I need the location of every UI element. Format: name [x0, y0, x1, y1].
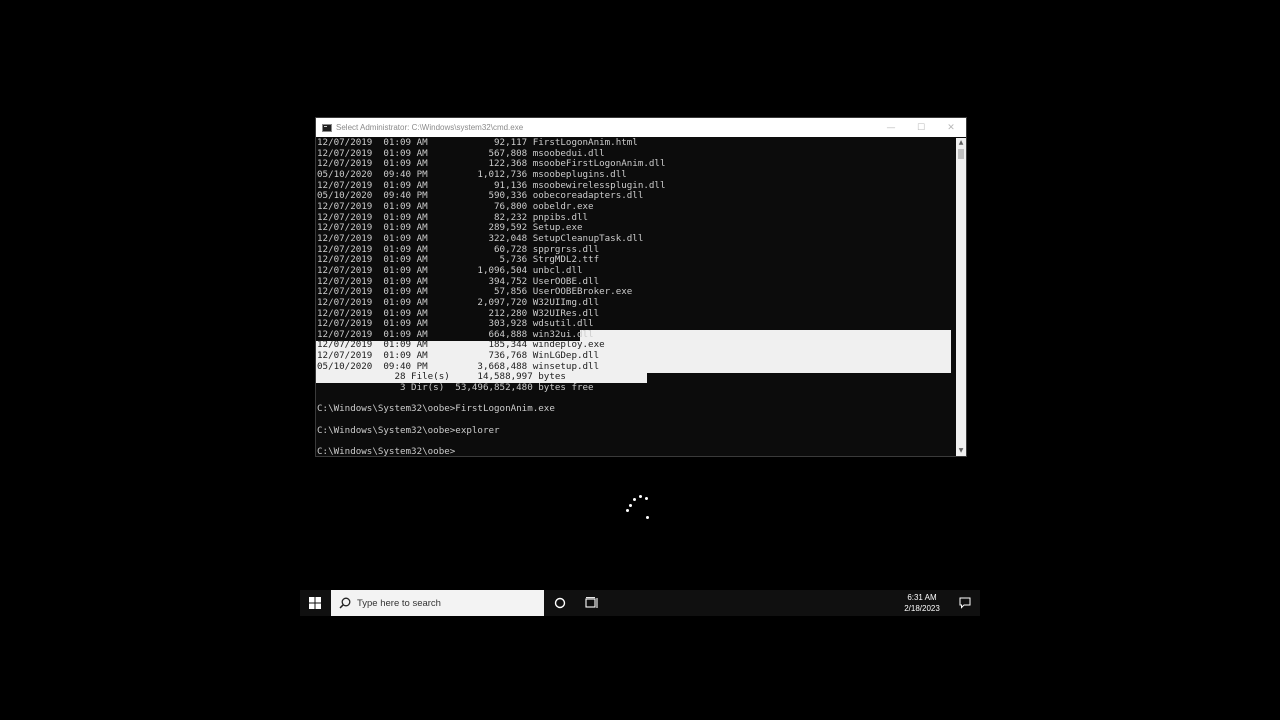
- clock-date: 2/18/2023: [904, 604, 940, 613]
- dir-listing-row: 12/07/2019 01:09 AM 60,728 spprgrss.dll: [317, 243, 600, 255]
- dir-listing-row: 12/07/2019 01:09 AM 736,768 WinLGDep.dll: [317, 350, 600, 362]
- windows-logo-icon: [309, 597, 321, 609]
- dir-listing-row: 12/07/2019 01:09 AM 76,800 oobeldr.exe: [317, 200, 594, 212]
- search-placeholder: Type here to search: [357, 597, 441, 609]
- loading-spinner-icon: [622, 492, 654, 524]
- start-button[interactable]: [300, 590, 330, 616]
- taskbar-search-box[interactable]: Type here to search: [331, 590, 544, 616]
- dir-summary-dirs: 3 Dir(s) 53,496,852,480 bytes free: [399, 382, 594, 394]
- scroll-down-arrow-icon[interactable]: ▼: [956, 446, 966, 456]
- dir-listing-row: 12/07/2019 01:09 AM 289,592 Setup.exe: [317, 222, 583, 234]
- system-clock[interactable]: 6:31 AM 2/18/2023: [900, 592, 944, 614]
- cmd-window[interactable]: Select Administrator: C:\Windows\system3…: [315, 117, 967, 457]
- dir-listing-row: 12/07/2019 01:09 AM 91,136 msoobewireles…: [317, 179, 666, 191]
- taskbar: Type here to search 6:31 AM 2/18/2023: [300, 590, 980, 616]
- dir-listing-row: 05/10/2020 09:40 PM 590,336 oobecoreadap…: [317, 190, 644, 202]
- dir-listing-row: 12/07/2019 01:09 AM 2,097,720 W32UIImg.d…: [317, 296, 600, 308]
- window-title: Select Administrator: C:\Windows\system3…: [336, 123, 524, 132]
- search-icon: [339, 597, 351, 609]
- task-view-icon: [585, 597, 598, 608]
- dir-listing-row: 12/07/2019 01:09 AM 92,117 FirstLogonAni…: [317, 138, 638, 148]
- clock-time: 6:31 AM: [907, 593, 937, 602]
- cortana-button[interactable]: [544, 590, 576, 616]
- action-center-button[interactable]: [950, 590, 980, 616]
- scroll-up-arrow-icon[interactable]: ▲: [956, 138, 966, 148]
- close-button[interactable]: ✕: [936, 118, 966, 137]
- dir-listing-row: 12/07/2019 01:09 AM 5,736 StrgMDL2.ttf: [317, 254, 600, 266]
- command-line: C:\Windows\System32\oobe>FirstLogonAnim.…: [317, 403, 555, 415]
- dir-listing-row: 05/10/2020 09:40 PM 1,012,736 msoobeplug…: [317, 168, 627, 180]
- dir-listing-row: 12/07/2019 01:09 AM 394,752 UserOOBE.dll: [317, 275, 600, 287]
- dir-listing-row: 12/07/2019 01:09 AM 567,808 msoobedui.dl…: [317, 147, 605, 159]
- notification-icon: [959, 597, 971, 609]
- console-output[interactable]: 12/07/2019 01:09 AM 92,117 FirstLogonAni…: [316, 138, 956, 456]
- dir-listing-row: 12/07/2019 01:09 AM 122,368 msoobeFirstL…: [317, 158, 666, 170]
- console-scrollbar[interactable]: ▲ ▼: [956, 138, 966, 456]
- dir-listing-row: 12/07/2019 01:09 AM 82,232 pnpibs.dll: [317, 211, 589, 223]
- command-line: C:\Windows\System32\oobe>explorer: [317, 424, 500, 436]
- maximize-button[interactable]: ☐: [906, 118, 936, 137]
- minimize-button[interactable]: —: [876, 118, 906, 137]
- dir-listing-row: 12/07/2019 01:09 AM 664,888 win32ui.dll: [317, 328, 594, 340]
- task-view-button[interactable]: [576, 590, 608, 616]
- dir-listing-row: 12/07/2019 01:09 AM 322,048 SetupCleanup…: [317, 232, 644, 244]
- command-prompt: C:\Windows\System32\oobe>: [317, 446, 456, 456]
- scrollbar-thumb[interactable]: [958, 149, 964, 159]
- dir-summary-files: 28 File(s) 14,588,997 bytes: [394, 371, 566, 383]
- dir-listing-row: 12/07/2019 01:09 AM 57,856 UserOOBEBroke…: [317, 286, 633, 298]
- dir-listing-row: 12/07/2019 01:09 AM 1,096,504 unbcl.dll: [317, 264, 583, 276]
- dir-listing-row: 05/10/2020 09:40 PM 3,668,488 winsetup.d…: [317, 360, 600, 372]
- cortana-circle-icon: [554, 597, 566, 609]
- dir-listing-row: 12/07/2019 01:09 AM 212,280 W32UIRes.dll: [317, 307, 600, 319]
- dir-listing-row: 12/07/2019 01:09 AM 303,928 wdsutil.dll: [317, 318, 594, 330]
- window-titlebar[interactable]: Select Administrator: C:\Windows\system3…: [316, 118, 966, 137]
- dir-listing-row: 12/07/2019 01:09 AM 185,344 windeploy.ex…: [317, 339, 605, 351]
- cmd-app-icon[interactable]: [322, 123, 332, 132]
